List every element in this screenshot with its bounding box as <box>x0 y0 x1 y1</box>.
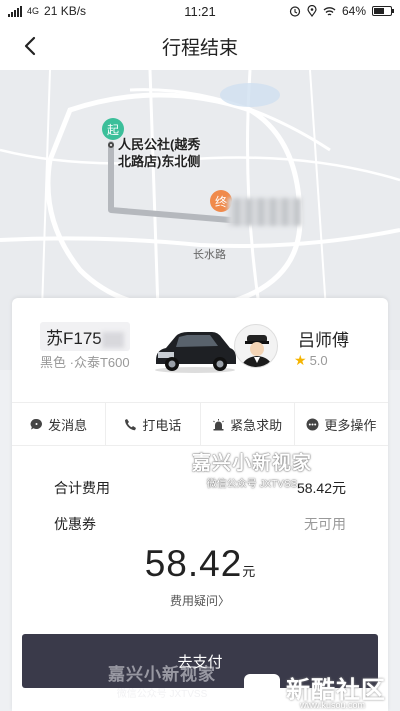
total-fee-label: 合计费用 <box>54 480 110 496</box>
car-description: 黑色 ·众泰T600 <box>40 355 130 370</box>
alarm-clock-icon <box>289 6 301 17</box>
start-location-label: 人民公社(越秀 北路店)东北侧 <box>118 136 200 170</box>
payable-amount: 58.42元 <box>12 543 388 585</box>
chevron-left-icon <box>24 36 36 56</box>
watermark-bottom-subtitle: 微信公众号 JXTVSS <box>116 689 208 700</box>
send-message-label: 发消息 <box>48 417 88 433</box>
location-icon <box>307 5 317 17</box>
start-point-icon <box>108 142 114 148</box>
coupon-value: 无可用 <box>304 516 346 532</box>
car-image <box>155 332 236 373</box>
brand-logo-icon <box>244 673 280 702</box>
emergency-help-button[interactable]: 紧急求助 <box>201 403 295 445</box>
more-actions-label: 更多操作 <box>324 417 377 433</box>
brand-url: www.kusou.com <box>300 700 366 710</box>
page-title: 行程结束 <box>161 37 238 59</box>
payable-amount-unit: 元 <box>242 564 256 579</box>
total-fee-value: 58.42元 <box>296 480 346 496</box>
signal-icon <box>8 5 22 17</box>
status-bar: 4G 21 KB/s 11:21 64% <box>0 0 400 22</box>
total-fee-row: 合计费用 58.42元 <box>54 478 346 498</box>
driver-rating-value: 5.0 <box>309 353 328 368</box>
end-location-label-blurred <box>228 198 302 226</box>
star-icon: ★ <box>294 352 307 368</box>
network-type: 4G <box>27 6 40 16</box>
watermark-bottom-title: 嘉兴小新视家 <box>108 665 216 684</box>
coupon-label: 优惠券 <box>54 516 96 532</box>
driver-avatar-icon <box>241 335 273 367</box>
start-location-line1: 人民公社(越秀 <box>118 137 201 152</box>
more-icon <box>306 418 319 430</box>
wifi-icon <box>323 6 336 16</box>
status-right: 64% <box>252 4 394 18</box>
call-label: 打电话 <box>142 417 182 433</box>
driver-rating: ★ 5.0 <box>294 352 328 369</box>
send-message-button[interactable]: 发消息 <box>12 403 107 445</box>
license-plate-text: 苏F175 <box>46 329 102 348</box>
battery-icon <box>372 6 394 16</box>
emergency-help-label: 紧急求助 <box>230 417 283 433</box>
trip-summary-card: 苏F175 黑色 ·众泰T600 吕师傅 ★ 5.0 发消息 打电话 紧急求助 … <box>12 298 388 711</box>
battery-percent: 64% <box>341 4 366 18</box>
plate-redaction <box>101 331 124 348</box>
road-label: 长水路 <box>193 249 226 261</box>
watermark-bottom: 嘉兴小新视家 微信公众号 JXTVSS <box>108 660 216 700</box>
coupon-row[interactable]: 优惠券 无可用 <box>54 514 346 534</box>
status-time: 11:21 <box>184 3 216 19</box>
nav-bar: 行程结束 <box>0 22 400 70</box>
driver-avatar <box>234 324 278 368</box>
phone-icon <box>125 418 137 430</box>
network-speed: 21 KB/s <box>44 4 87 18</box>
call-button[interactable]: 打电话 <box>106 403 201 445</box>
status-left: 4G 21 KB/s <box>8 4 148 18</box>
fee-question-link[interactable]: 费用疑问〉 <box>12 592 388 609</box>
start-location-line2: 北路店)东北侧 <box>118 154 201 169</box>
back-button[interactable] <box>18 34 42 58</box>
payable-amount-value: 58.42 <box>144 543 243 584</box>
driver-name: 吕师傅 <box>298 331 349 350</box>
watermark-title: 嘉兴小新视家 <box>192 453 313 474</box>
message-icon <box>30 418 43 429</box>
more-actions-button[interactable]: 更多操作 <box>295 403 388 445</box>
alarm-icon <box>213 418 224 430</box>
license-plate: 苏F175 <box>40 322 130 351</box>
action-bar: 发消息 打电话 紧急求助 更多操作 <box>12 402 388 446</box>
